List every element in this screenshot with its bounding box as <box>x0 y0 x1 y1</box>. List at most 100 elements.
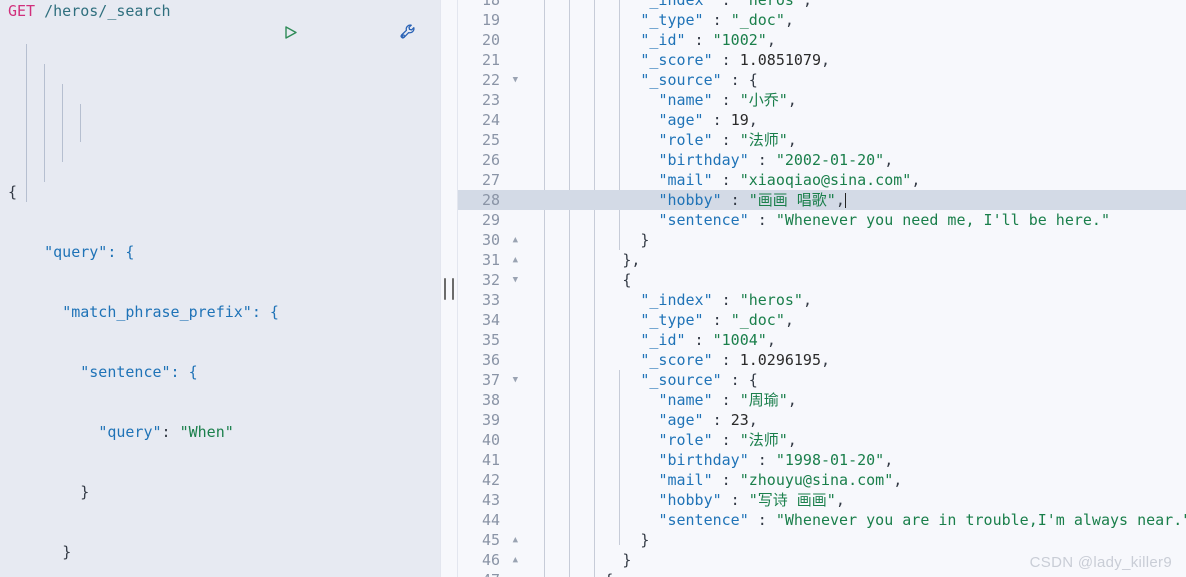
line-text: "_index" : "heros", <box>526 290 1186 310</box>
line-number: 46 ▲ <box>481 550 518 570</box>
code-token: "age" <box>658 411 704 429</box>
line-text: "age" : 23, <box>526 410 1186 430</box>
code-token: : <box>712 471 740 489</box>
response-line[interactable]: 29 "sentence" : "Whenever you need me, I… <box>458 210 1186 230</box>
line-text: "role" : "法师", <box>526 430 1186 450</box>
response-line[interactable]: 32 ▼ { <box>458 270 1186 290</box>
fold-collapse-icon[interactable]: ▲ <box>513 230 518 250</box>
code-token: : <box>703 111 731 129</box>
code-token: "name" <box>658 391 713 409</box>
pane-splitter[interactable] <box>440 0 458 577</box>
code-token: : <box>721 371 749 389</box>
code-token: } <box>640 531 650 549</box>
response-line[interactable]: 30 ▲ } <box>458 230 1186 250</box>
response-line[interactable]: 19 "_type" : "_doc", <box>458 10 1186 30</box>
editor-line[interactable]: "query": { <box>0 242 440 262</box>
editor-line[interactable]: "sentence": { <box>0 362 440 382</box>
response-line[interactable]: 36 "_score" : 1.0296195, <box>458 350 1186 370</box>
indent-guide <box>80 104 81 142</box>
code-token: : <box>712 91 740 109</box>
line-text: }, <box>526 250 1186 270</box>
code-token: , <box>884 151 894 169</box>
code-token: , <box>784 311 794 329</box>
line-text: "_source" : { <box>526 70 1186 90</box>
code-token: , <box>787 91 797 109</box>
request-body-editor[interactable]: { "query": { "match_phrase_prefix": { "s… <box>0 22 440 577</box>
code-token: "_source" <box>640 371 722 389</box>
response-line[interactable]: 22 ▼ "_source" : { <box>458 70 1186 90</box>
fold-expand-icon[interactable]: ▼ <box>513 270 518 290</box>
code-token: "1002" <box>712 31 767 49</box>
line-number: 44 <box>481 511 500 529</box>
line-number: 35 <box>481 331 500 349</box>
code-token: , <box>748 111 758 129</box>
line-text: "match_phrase_prefix": { <box>62 303 279 321</box>
response-line[interactable]: 24 "age" : 19, <box>458 110 1186 130</box>
request-line[interactable]: GET /heros/_search <box>0 0 440 39</box>
code-token: : <box>685 331 713 349</box>
line-text: "_type" : "_doc", <box>526 310 1186 330</box>
code-token: "写诗 画画" <box>748 491 836 509</box>
response-lines[interactable]: 18 "_index" : "heros", 19 "_type" : "_doc… <box>458 0 1186 577</box>
response-line[interactable]: 45 ▲ } <box>458 530 1186 550</box>
line-number: 32 ▼ <box>481 270 518 290</box>
response-line[interactable]: 20 "_id" : "1002", <box>458 30 1186 50</box>
response-line-active[interactable]: 28 "hobby" : "画画 唱歌", <box>458 190 1186 210</box>
response-line[interactable]: 37 ▼ "_source" : { <box>458 370 1186 390</box>
code-token: , <box>821 351 831 369</box>
response-line[interactable]: 23 "name" : "小乔", <box>458 90 1186 110</box>
line-number: 39 <box>481 411 500 429</box>
fold-collapse-icon[interactable]: ▲ <box>513 550 518 570</box>
response-line[interactable]: 41 "birthday" : "1998-01-20", <box>458 450 1186 470</box>
request-editor-pane[interactable]: GET /heros/_search { "query": {"match_p… <box>0 0 440 577</box>
code-token: "_score" <box>640 351 713 369</box>
code-token: "mail" <box>658 171 713 189</box>
response-line[interactable]: 18 "_index" : "heros", <box>458 0 1186 10</box>
code-token: "sentence" <box>658 211 749 229</box>
line-number: 20 <box>481 31 500 49</box>
editor-line[interactable]: "match_phrase_prefix": { <box>0 302 440 322</box>
editor-line[interactable]: "query": "When" <box>0 422 440 442</box>
splitter-handle[interactable] <box>444 277 454 300</box>
code-token: : <box>703 411 731 429</box>
line-text: "mail" : "zhouyu@sina.com", <box>526 470 1186 490</box>
editor-line[interactable]: } <box>0 482 440 502</box>
fold-collapse-icon[interactable]: ▲ <box>513 530 518 550</box>
line-text: "_score" : 1.0296195, <box>526 350 1186 370</box>
code-token: : <box>721 71 749 89</box>
fold-expand-icon[interactable]: ▼ <box>513 370 518 390</box>
code-token: "hobby" <box>658 191 722 209</box>
response-line[interactable]: 27 "mail" : "xiaoqiao@sina.com", <box>458 170 1186 190</box>
fold-expand-icon[interactable]: ▼ <box>513 70 518 90</box>
http-method: GET <box>8 2 36 20</box>
line-number: 30 ▲ <box>481 230 518 250</box>
response-line[interactable]: 34 "_type" : "_doc", <box>458 310 1186 330</box>
code-token: "mail" <box>658 471 713 489</box>
editor-line[interactable]: { <box>0 182 440 202</box>
editor-line[interactable]: } <box>0 542 440 562</box>
line-text: "_id" : "1002", <box>526 30 1186 50</box>
response-line[interactable]: 35 "_id" : "1004", <box>458 330 1186 350</box>
code-token: "sentence" <box>658 511 749 529</box>
response-line[interactable]: 43 "hobby" : "写诗 画画", <box>458 490 1186 510</box>
response-line[interactable]: 44 "sentence" : "Whenever you are in tro… <box>458 510 1186 530</box>
response-line[interactable]: 47 { <box>458 570 1186 577</box>
line-text: } <box>62 543 72 561</box>
response-line[interactable]: 33 "_index" : "heros", <box>458 290 1186 310</box>
response-viewer-pane[interactable]: 18 "_index" : "heros", 19 "_type" : "_doc… <box>458 0 1186 577</box>
code-token: : <box>721 191 749 209</box>
response-line[interactable]: 39 "age" : 23, <box>458 410 1186 430</box>
line-number: 24 <box>481 111 500 129</box>
code-token: , <box>835 191 845 209</box>
response-line[interactable]: 26 "birthday" : "2002-01-20", <box>458 150 1186 170</box>
response-line[interactable]: 31 ▲ }, <box>458 250 1186 270</box>
response-line[interactable]: 25 "role" : "法师", <box>458 130 1186 150</box>
response-line[interactable]: 21 "_score" : 1.0851079, <box>458 50 1186 70</box>
fold-collapse-icon[interactable]: ▲ <box>513 250 518 270</box>
response-line[interactable]: 42 "mail" : "zhouyu@sina.com", <box>458 470 1186 490</box>
response-line[interactable]: 38 "name" : "周瑜", <box>458 390 1186 410</box>
response-line[interactable]: 40 "role" : "法师", <box>458 430 1186 450</box>
